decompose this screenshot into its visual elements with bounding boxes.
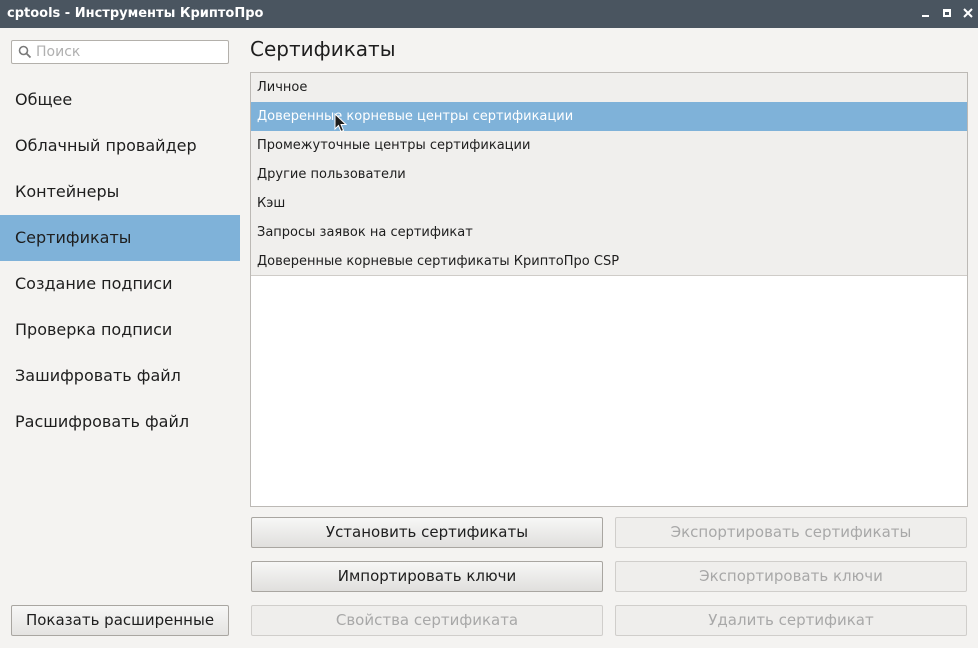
search-box[interactable] — [11, 40, 229, 64]
sidebar: Общее Облачный провайдер Контейнеры Серт… — [0, 28, 240, 648]
close-button[interactable] — [961, 6, 975, 20]
sidebar-item-general[interactable]: Общее — [0, 77, 240, 123]
install-certificates-button[interactable]: Установить сертификаты — [251, 517, 603, 548]
list-item-trusted-root-ca[interactable]: Доверенные корневые центры сертификации — [251, 102, 967, 131]
list-item-cryptopro-csp-roots[interactable]: Доверенные корневые сертификаты КриптоПр… — [251, 247, 967, 276]
list-item-personal[interactable]: Личное — [251, 73, 967, 102]
maximize-icon — [943, 9, 951, 17]
minimize-button[interactable] — [919, 6, 933, 20]
sidebar-item-certificates[interactable]: Сертификаты — [0, 215, 240, 261]
certificate-store-list[interactable]: Личное Доверенные корневые центры сертиф… — [250, 72, 968, 507]
list-item-intermediate-ca[interactable]: Промежуточные центры сертификации — [251, 131, 967, 160]
minimize-icon — [922, 15, 929, 17]
title-bar: cptools - Инструменты КриптоПро — [0, 0, 978, 28]
list-item-certificate-requests[interactable]: Запросы заявок на сертификат — [251, 218, 967, 247]
list-item-cache[interactable]: Кэш — [251, 189, 967, 218]
close-icon — [963, 8, 973, 18]
list-item-other-users[interactable]: Другие пользователи — [251, 160, 967, 189]
maximize-button[interactable] — [940, 6, 954, 20]
sidebar-item-cloud-provider[interactable]: Облачный провайдер — [0, 123, 240, 169]
export-keys-button[interactable]: Экспортировать ключи — [615, 561, 967, 592]
store-list-items: Личное Доверенные корневые центры сертиф… — [251, 73, 967, 276]
page-title: Сертификаты — [250, 37, 396, 61]
sidebar-item-verify-signature[interactable]: Проверка подписи — [0, 307, 240, 353]
sidebar-item-containers[interactable]: Контейнеры — [0, 169, 240, 215]
import-keys-button[interactable]: Импортировать ключи — [251, 561, 603, 592]
certificate-properties-button[interactable]: Свойства сертификата — [251, 605, 603, 636]
sidebar-item-encrypt-file[interactable]: Зашифровать файл — [0, 353, 240, 399]
sidebar-item-decrypt-file[interactable]: Расшифровать файл — [0, 399, 240, 445]
show-advanced-button[interactable]: Показать расширенные — [11, 605, 229, 636]
delete-certificate-button[interactable]: Удалить сертификат — [615, 605, 967, 636]
search-input[interactable] — [36, 43, 224, 61]
mouse-cursor-icon — [334, 113, 348, 133]
window-title: cptools - Инструменты КриптоПро — [7, 6, 264, 21]
export-certificates-button[interactable]: Экспортировать сертификаты — [615, 517, 967, 548]
sidebar-item-create-signature[interactable]: Создание подписи — [0, 261, 240, 307]
search-icon — [18, 45, 32, 59]
